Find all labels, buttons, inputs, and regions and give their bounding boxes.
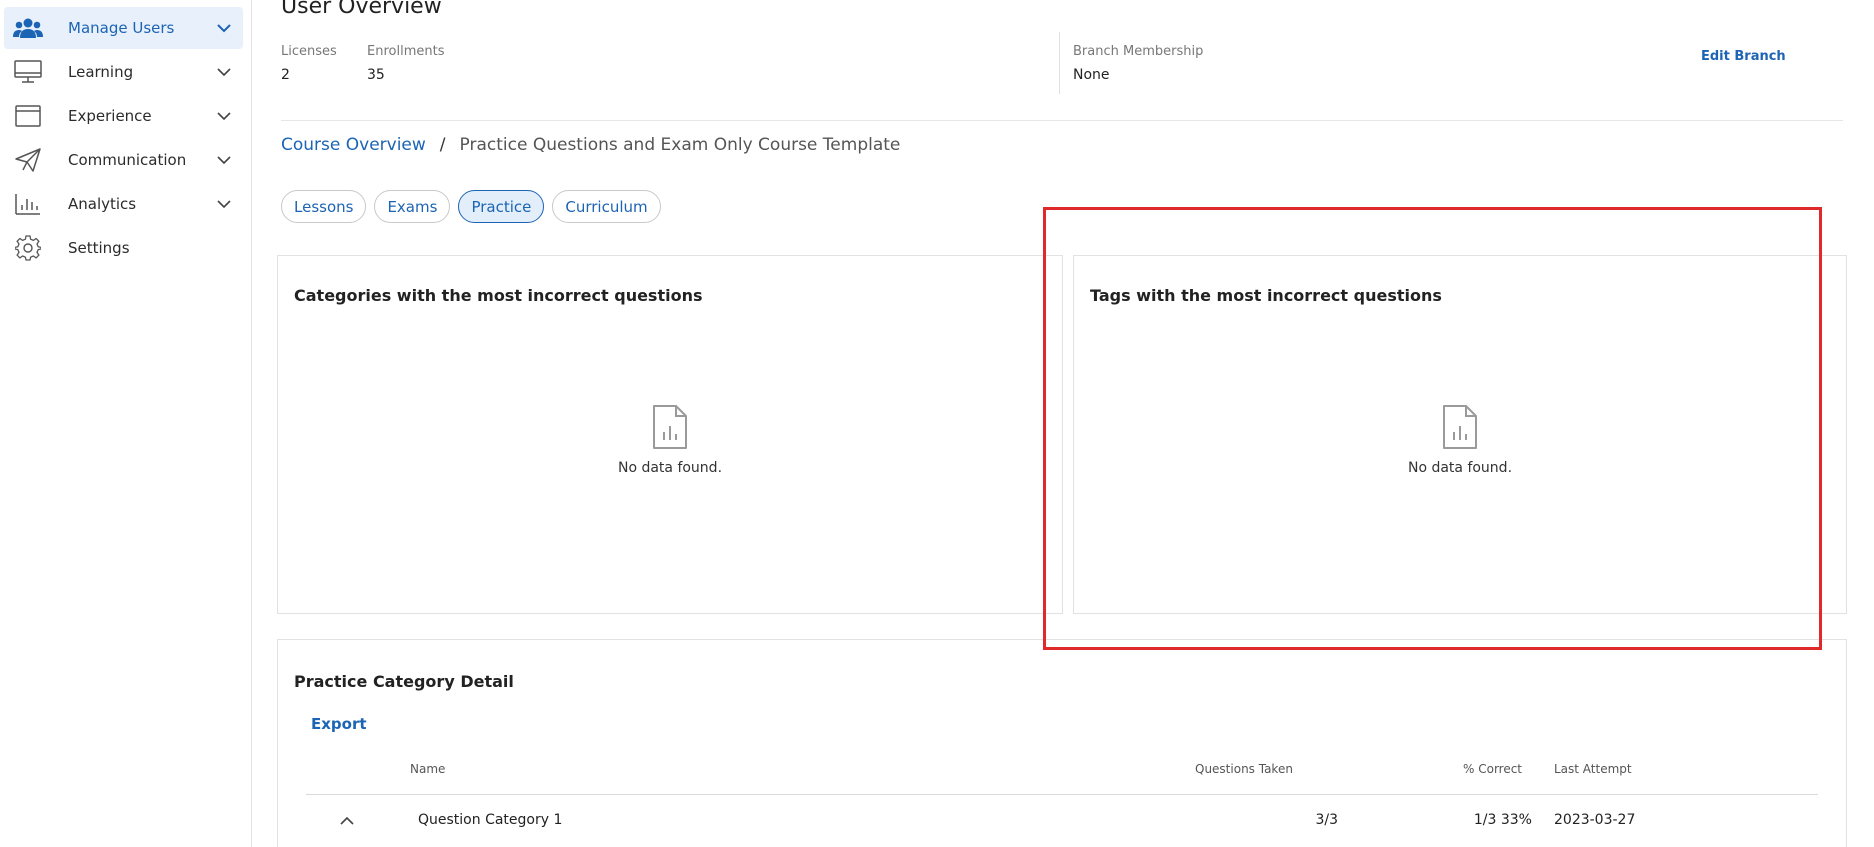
- sidebar: Manage Users Learning Experience Communi…: [0, 0, 252, 847]
- cell-questions-taken: 3/3: [1315, 812, 1338, 828]
- sidebar-item-manage-users[interactable]: Manage Users: [4, 7, 243, 49]
- licenses-value: 2: [281, 67, 290, 83]
- chevron-up-icon[interactable]: [336, 809, 358, 831]
- licenses-stat: Licenses 2: [281, 44, 337, 83]
- export-button[interactable]: Export: [311, 715, 367, 733]
- tab-exams[interactable]: Exams: [374, 190, 451, 223]
- table-row[interactable]: Question Category 1 3/3 1/3 33% 2023-03-…: [306, 795, 1818, 847]
- breadcrumb-current: Practice Questions and Exam Only Course …: [459, 135, 901, 155]
- sidebar-item-experience[interactable]: Experience: [4, 95, 243, 137]
- licenses-label: Licenses: [281, 44, 337, 59]
- divider: [1059, 32, 1060, 94]
- sidebar-item-communication[interactable]: Communication: [4, 139, 243, 181]
- chevron-down-icon[interactable]: [215, 195, 233, 213]
- column-header-name[interactable]: Name: [410, 762, 445, 776]
- branch-membership-stat: Branch Membership None: [1073, 44, 1203, 83]
- sidebar-item-label: Experience: [68, 107, 152, 125]
- cell-percent-correct: 1/3 33%: [1473, 812, 1532, 828]
- chevron-down-icon[interactable]: [215, 63, 233, 81]
- chevron-down-icon[interactable]: [215, 19, 233, 37]
- tab-curriculum[interactable]: Curriculum: [552, 190, 661, 223]
- empty-message: No data found.: [617, 460, 723, 476]
- sidebar-item-label: Analytics: [68, 195, 137, 213]
- chevron-down-icon[interactable]: [215, 151, 233, 169]
- sidebar-item-label: Settings: [68, 239, 130, 257]
- empty-state: No data found.: [278, 404, 1062, 476]
- breadcrumb-course-overview-link[interactable]: Course Overview: [281, 135, 426, 155]
- chart-document-icon: [652, 404, 688, 454]
- tab-bar: Lessons Exams Practice Curriculum: [281, 190, 661, 223]
- enrollments-value: 35: [367, 67, 385, 83]
- branch-membership-label: Branch Membership: [1073, 44, 1204, 59]
- practice-category-detail-card: Practice Category Detail Export Name Que…: [277, 639, 1847, 847]
- practice-category-detail-title: Practice Category Detail: [294, 672, 514, 691]
- chevron-down-icon[interactable]: [215, 107, 233, 125]
- browser-window-icon: [12, 100, 44, 132]
- categories-card-title: Categories with the most incorrect quest…: [294, 286, 703, 305]
- sidebar-item-label: Manage Users: [68, 19, 175, 37]
- tab-practice[interactable]: Practice: [458, 190, 545, 223]
- gear-icon: [12, 232, 44, 264]
- sidebar-item-analytics[interactable]: Analytics: [4, 183, 243, 225]
- enrollments-stat: Enrollments 35: [367, 44, 444, 83]
- monitor-icon: [12, 56, 44, 88]
- column-header-questions-taken[interactable]: Questions Taken: [1195, 762, 1293, 776]
- bar-chart-icon: [12, 188, 44, 220]
- column-header-percent-correct[interactable]: % Correct: [1463, 762, 1522, 776]
- highlight-box: [1043, 207, 1822, 650]
- sidebar-item-learning[interactable]: Learning: [4, 51, 243, 93]
- categories-card: Categories with the most incorrect quest…: [277, 255, 1063, 614]
- enrollments-label: Enrollments: [367, 44, 445, 59]
- page-title: User Overview: [281, 0, 442, 19]
- paper-plane-icon: [12, 144, 44, 176]
- cell-last-attempt: 2023-03-27: [1554, 812, 1636, 828]
- users-icon: [12, 12, 44, 44]
- breadcrumb: Course Overview / Practice Questions and…: [281, 135, 900, 155]
- sidebar-item-label: Learning: [68, 63, 134, 81]
- tab-lessons[interactable]: Lessons: [281, 190, 367, 223]
- branch-membership-value: None: [1073, 67, 1110, 83]
- column-header-last-attempt[interactable]: Last Attempt: [1554, 762, 1632, 776]
- sidebar-item-label: Communication: [68, 151, 187, 169]
- cell-name: Question Category 1: [418, 812, 563, 828]
- divider: [281, 120, 1843, 121]
- breadcrumb-separator: /: [439, 135, 446, 155]
- edit-branch-link[interactable]: Edit Branch: [1701, 49, 1786, 64]
- sidebar-item-settings[interactable]: Settings: [4, 227, 243, 269]
